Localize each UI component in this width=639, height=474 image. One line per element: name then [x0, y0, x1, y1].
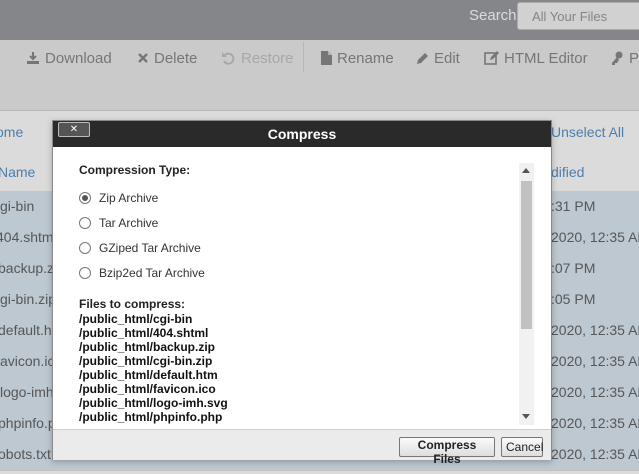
option-gziped-tar-archive[interactable]: GZiped Tar Archive [79, 240, 201, 256]
list-item: /public_html/cgi-bin.zip [79, 354, 213, 368]
scroll-up-arrow-icon[interactable] [522, 168, 530, 173]
list-item: /public_html/logo-imh.svg [79, 396, 228, 410]
scrollbar-thumb[interactable] [521, 181, 532, 329]
dialog-scrollbar[interactable] [519, 163, 534, 425]
cancel-button[interactable]: Cancel [501, 437, 543, 457]
radio-button[interactable] [79, 267, 91, 279]
list-item: /public_html/404.shtml [79, 326, 209, 340]
list-item: /public_html/favicon.ico [79, 382, 216, 396]
radio-button[interactable] [79, 242, 91, 254]
option-zip-archive[interactable]: Zip Archive [79, 190, 158, 206]
list-item: /public_html/backup.zip [79, 340, 216, 354]
dialog-title: Compress [267, 126, 337, 142]
files-to-compress-label: Files to compress: [79, 297, 186, 311]
option-tar-archive[interactable]: Tar Archive [79, 215, 158, 231]
radio-button[interactable] [79, 192, 91, 204]
list-item: /public_html/phpinfo.php [79, 410, 223, 424]
compression-type-label: Compression Type: [79, 163, 191, 177]
radio-label: Zip Archive [99, 191, 159, 205]
dialog-footer: Compress Files Cancel [53, 429, 551, 466]
list-item: /public_html/cgi-bin [79, 312, 193, 326]
option-bzip2ed-tar-archive[interactable]: Bzip2ed Tar Archive [79, 265, 205, 281]
compress-dialog: ✕ Compress Compression Type: Zip Archive… [52, 120, 552, 466]
radio-button[interactable] [79, 217, 91, 229]
compress-files-button[interactable]: Compress Files [399, 437, 495, 466]
scroll-down-arrow-icon[interactable] [522, 414, 530, 419]
dialog-title-bar: ✕ Compress [53, 121, 551, 147]
radio-label: Bzip2ed Tar Archive [99, 266, 205, 280]
dialog-content: Compression Type: Zip Archive Tar Archiv… [53, 148, 551, 428]
radio-label: Tar Archive [99, 216, 159, 230]
files-list: /public_html/cgi-bin /public_html/404.sh… [79, 312, 499, 428]
radio-label: GZiped Tar Archive [99, 241, 201, 255]
list-item: /public_html/default.htm [79, 368, 218, 382]
